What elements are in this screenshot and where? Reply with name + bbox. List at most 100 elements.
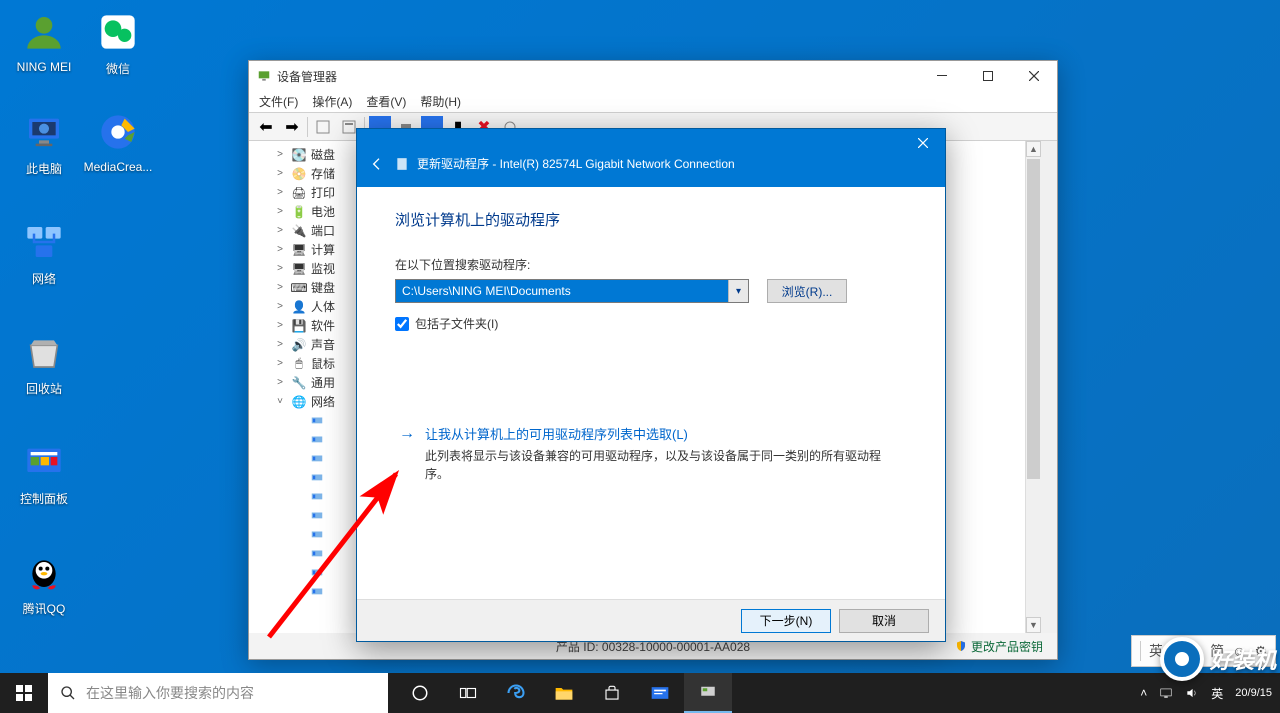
include-subfolders-checkbox[interactable]: 包括子文件夹(I): [395, 315, 907, 332]
devmgr-taskbar-icon[interactable]: [684, 673, 732, 713]
device-icon: 🖨: [291, 185, 307, 201]
minimize-button[interactable]: [919, 61, 965, 91]
nav-back-icon[interactable]: ⬅: [255, 116, 277, 138]
search-placeholder: 在这里输入你要搜索的内容: [86, 683, 254, 703]
device-icon: 🖥: [291, 242, 307, 258]
link-text: 让我从计算机上的可用驱动程序列表中选取(L): [425, 424, 903, 443]
desktop-icon-control[interactable]: 控制面板: [8, 438, 80, 507]
node-label: 声音: [311, 336, 335, 353]
device-icon: 🔌: [291, 223, 307, 239]
device-icon: 💾: [291, 318, 307, 334]
store-icon[interactable]: [588, 673, 636, 713]
driver-icon: [395, 157, 409, 171]
device-icon: 📀: [291, 166, 307, 182]
scroll-down-icon[interactable]: ▼: [1026, 617, 1041, 633]
tray-chevron-icon[interactable]: ˄: [1140, 686, 1147, 700]
desktop-icon-qq[interactable]: 腾讯QQ: [8, 548, 80, 617]
expand-icon[interactable]: ˅: [273, 396, 287, 407]
menu-help[interactable]: 帮助(H): [420, 93, 461, 110]
path-combobox[interactable]: C:\Users\NING MEI\Documents ▾: [395, 279, 749, 303]
mail-icon[interactable]: [636, 673, 684, 713]
desktop-icon-user[interactable]: NING MEI: [8, 8, 80, 74]
expand-icon[interactable]: >: [273, 263, 287, 274]
node-label: 打印: [311, 184, 335, 201]
menu-action[interactable]: 操作(A): [312, 93, 352, 110]
adapter-icon: [309, 470, 325, 486]
start-button[interactable]: [0, 673, 48, 713]
desktop-icon-network[interactable]: 网络: [8, 218, 80, 287]
path-label: 在以下位置搜索驱动程序:: [395, 256, 907, 273]
device-icon: 🖥: [291, 261, 307, 277]
desktop-icon-thispc[interactable]: 此电脑: [8, 108, 80, 177]
nav-forward-icon[interactable]: ➡: [281, 116, 303, 138]
edge-icon[interactable]: [492, 673, 540, 713]
desktop-icon-media[interactable]: MediaCrea...: [82, 108, 154, 174]
adapter-icon: [309, 565, 325, 581]
node-label: 存储: [311, 165, 335, 182]
node-label: 计算: [311, 241, 335, 258]
device-icon: 👤: [291, 299, 307, 315]
wizard-titlebar[interactable]: 更新驱动程序 - Intel(R) 82574L Gigabit Network…: [357, 129, 945, 187]
scroll-up-icon[interactable]: ▲: [1026, 141, 1041, 157]
expand-icon[interactable]: >: [273, 206, 287, 217]
expand-icon[interactable]: >: [273, 244, 287, 255]
adapter-icon: [309, 432, 325, 448]
node-label: 端口: [311, 222, 335, 239]
expand-icon[interactable]: >: [273, 339, 287, 350]
brand-logo-icon: [1160, 637, 1204, 681]
expand-icon[interactable]: >: [273, 358, 287, 369]
node-label: 监视: [311, 260, 335, 277]
device-icon: 🔧: [291, 375, 307, 391]
volume-tray-icon[interactable]: [1185, 686, 1199, 700]
device-icon: 🖱: [291, 356, 307, 372]
expand-icon[interactable]: >: [273, 168, 287, 179]
network-tray-icon[interactable]: [1159, 686, 1173, 700]
brand-text: 好装机: [1210, 643, 1276, 675]
menu-bar: 文件(F) 操作(A) 查看(V) 帮助(H): [249, 91, 1057, 113]
chevron-down-icon[interactable]: ▾: [728, 280, 748, 302]
cancel-button[interactable]: 取消: [839, 609, 929, 633]
pick-from-list-link[interactable]: → 让我从计算机上的可用驱动程序列表中选取(L) 此列表将显示与该设备兼容的可用…: [395, 420, 907, 487]
cortana-icon[interactable]: [396, 673, 444, 713]
menu-file[interactable]: 文件(F): [259, 93, 298, 110]
expand-icon[interactable]: >: [273, 377, 287, 388]
update-driver-wizard: 更新驱动程序 - Intel(R) 82574L Gigabit Network…: [356, 128, 946, 642]
menu-view[interactable]: 查看(V): [366, 93, 406, 110]
expand-icon[interactable]: >: [273, 301, 287, 312]
maximize-button[interactable]: [965, 61, 1011, 91]
scrollbar[interactable]: ▲ ▼: [1025, 141, 1041, 633]
expand-icon[interactable]: >: [273, 282, 287, 293]
explorer-icon[interactable]: [540, 673, 588, 713]
adapter-icon: [309, 489, 325, 505]
device-icon: 🌐: [291, 394, 307, 410]
devmgr-icon: [257, 69, 271, 83]
change-key-link[interactable]: 更改产品密钥: [971, 638, 1043, 655]
wizard-heading: 浏览计算机上的驱动程序: [395, 209, 907, 230]
tray-date[interactable]: 20/9/15: [1235, 687, 1272, 699]
toolbar-btn-1[interactable]: [312, 116, 334, 138]
window-titlebar[interactable]: 设备管理器: [249, 61, 1057, 91]
expand-icon[interactable]: >: [273, 187, 287, 198]
desktop-icon-recycle[interactable]: 回收站: [8, 328, 80, 397]
back-arrow-icon[interactable]: [369, 156, 385, 172]
path-value: C:\Users\NING MEI\Documents: [396, 280, 728, 302]
expand-icon[interactable]: >: [273, 149, 287, 160]
close-button[interactable]: [1011, 61, 1057, 91]
node-label: 键盘: [311, 279, 335, 296]
next-button[interactable]: 下一步(N): [741, 609, 831, 633]
expand-icon[interactable]: >: [273, 225, 287, 236]
device-icon: ⌨: [291, 280, 307, 296]
wizard-close-button[interactable]: [901, 129, 945, 157]
arrow-right-icon: →: [399, 426, 415, 442]
expand-icon[interactable]: >: [273, 320, 287, 331]
search-box[interactable]: 在这里输入你要搜索的内容: [48, 673, 388, 713]
wizard-title: 更新驱动程序 - Intel(R) 82574L Gigabit Network…: [417, 155, 735, 172]
device-icon: 💽: [291, 147, 307, 163]
checkbox-input[interactable]: [395, 317, 409, 331]
scroll-thumb[interactable]: [1027, 159, 1040, 479]
tray-ime[interactable]: 英: [1211, 685, 1223, 702]
browse-button[interactable]: 浏览(R)...: [767, 279, 847, 303]
adapter-icon: [309, 546, 325, 562]
desktop-icon-wechat[interactable]: 微信: [82, 8, 154, 77]
task-view-icon[interactable]: [444, 673, 492, 713]
